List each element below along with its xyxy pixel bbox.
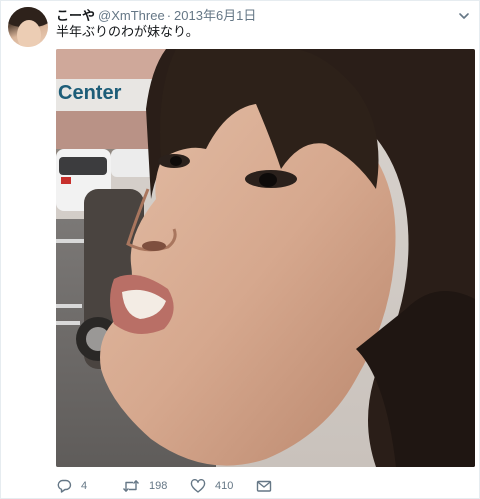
chevron-down-icon[interactable] (457, 9, 471, 23)
sign-text: Center (58, 82, 122, 104)
direct-message-button[interactable] (256, 477, 272, 495)
avatar[interactable] (8, 7, 48, 47)
tweet-text: 半年ぶりのわが妹なり。 (56, 24, 199, 39)
separator-dot: · (166, 8, 172, 23)
tweet-timestamp[interactable]: 2013年6月1日 (174, 8, 256, 23)
avatar-face (17, 20, 41, 47)
display-name[interactable]: こーや (56, 8, 95, 23)
tweet-header: こーや @XmThree · 2013年6月1日 (56, 8, 256, 24)
photo-illustration: Center (56, 49, 475, 467)
tweet-card: こーや @XmThree · 2013年6月1日 半年ぶりのわが妹なり。 Cen… (0, 0, 480, 499)
like-count: 410 (215, 480, 234, 492)
tweet-actions: 4 198 410 (56, 477, 476, 495)
like-button[interactable]: 410 (190, 477, 233, 495)
reply-icon (57, 479, 72, 493)
retweet-count: 198 (149, 480, 168, 492)
retweet-icon (122, 480, 140, 492)
user-handle[interactable]: @XmThree (98, 8, 165, 23)
heart-icon (190, 479, 206, 493)
tweet-photo[interactable]: Center (56, 49, 475, 467)
retweet-button[interactable]: 198 (122, 477, 167, 495)
envelope-icon (256, 480, 272, 492)
reply-count: 4 (81, 480, 88, 492)
reply-button[interactable]: 4 (56, 477, 87, 495)
